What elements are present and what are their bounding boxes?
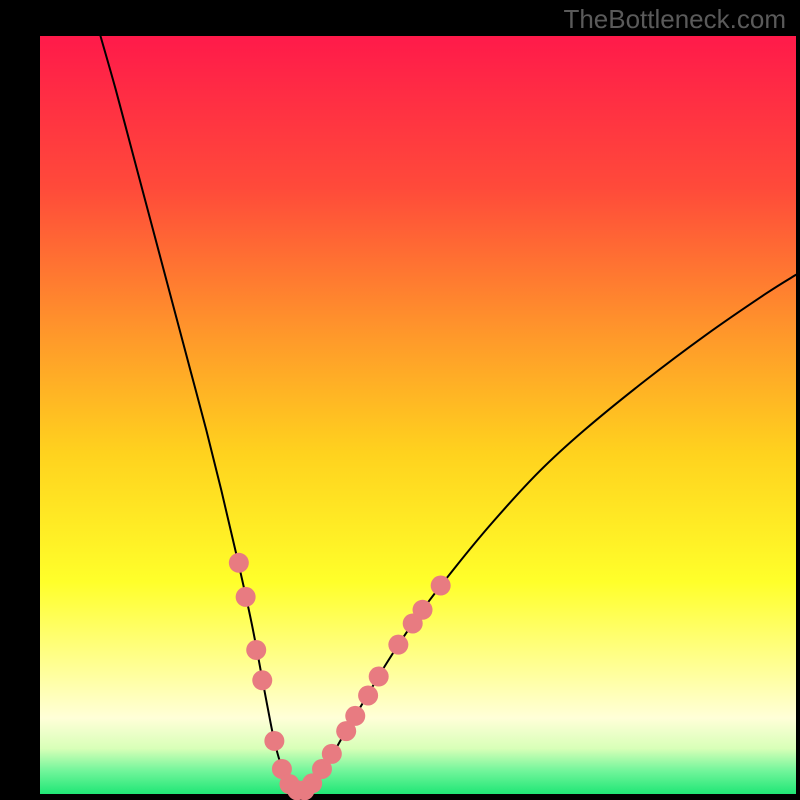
highlight-point (229, 553, 249, 573)
highlight-point (369, 667, 389, 687)
chart-background (40, 36, 796, 794)
highlight-point (431, 576, 451, 596)
highlight-point (236, 587, 256, 607)
highlight-point (413, 600, 433, 620)
highlight-point (264, 731, 284, 751)
highlight-point (246, 640, 266, 660)
highlight-point (358, 685, 378, 705)
highlight-point (345, 706, 365, 726)
chart-frame: TheBottleneck.com (0, 0, 800, 800)
highlight-point (252, 670, 272, 690)
highlight-point (322, 744, 342, 764)
bottleneck-chart (0, 0, 800, 800)
highlight-point (388, 635, 408, 655)
